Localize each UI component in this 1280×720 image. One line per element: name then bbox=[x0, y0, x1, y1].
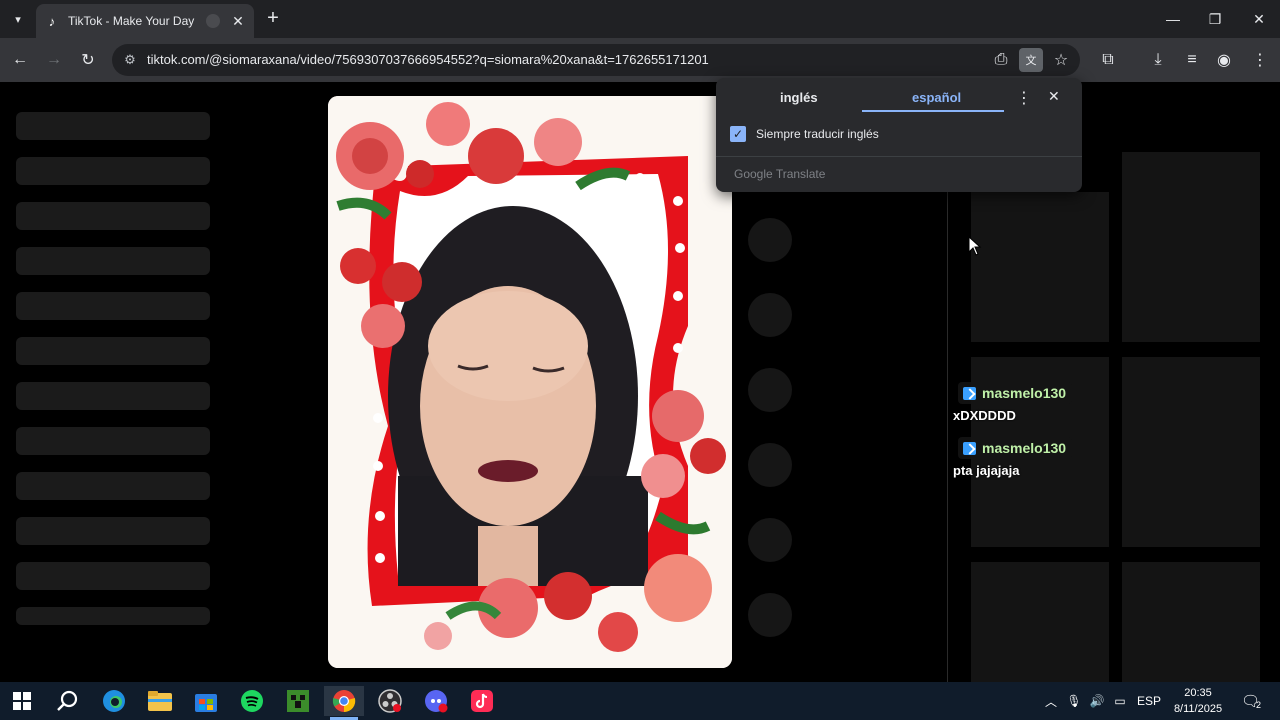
site-info-icon[interactable]: ⚙ bbox=[120, 50, 140, 70]
notifications-count: 2 bbox=[1256, 700, 1262, 710]
microsoft-store-icon[interactable] bbox=[186, 686, 226, 716]
tab-search-button[interactable]: ▾ bbox=[6, 8, 30, 30]
divider bbox=[716, 156, 1082, 157]
back-icon[interactable]: ← bbox=[8, 48, 32, 72]
discord-icon[interactable] bbox=[416, 686, 456, 716]
bookmark-star-icon[interactable]: ☆ bbox=[1049, 48, 1073, 72]
video-thumbnail-placeholder[interactable] bbox=[1122, 357, 1260, 547]
windows-taskbar: ︿ 🎙 🔊 ▭ ESP 20:35 8/11/2025 🗨 2 bbox=[0, 682, 1280, 720]
sidebar-placeholder bbox=[16, 562, 210, 590]
browser-toolbar: ← → ↻ ⚙ tiktok.com/@siomaraxana/video/75… bbox=[0, 38, 1280, 82]
tab-strip: ▾ ♪ TikTok - Make Your Day ✕ + — ❐ ✕ bbox=[0, 0, 1280, 38]
url-text[interactable]: tiktok.com/@siomaraxana/video/7569307037… bbox=[147, 52, 709, 67]
chat-username: masmelo130 bbox=[982, 385, 1067, 401]
chat-username-pill: masmelo130 bbox=[958, 382, 1073, 404]
video-thumbnail-placeholder[interactable] bbox=[1122, 562, 1260, 682]
active-tab[interactable]: ♪ TikTok - Make Your Day ✕ bbox=[36, 4, 254, 38]
new-tab-button[interactable]: + bbox=[262, 8, 284, 30]
sidebar-placeholder bbox=[16, 247, 210, 275]
video-thumbnail-placeholder[interactable] bbox=[971, 562, 1109, 682]
notifications-icon[interactable]: 🗨 2 bbox=[1238, 690, 1264, 712]
clock-date: 8/11/2025 bbox=[1173, 703, 1223, 715]
active-tab-indicator bbox=[862, 110, 1004, 112]
obs-icon[interactable] bbox=[370, 686, 410, 716]
video-player[interactable] bbox=[328, 96, 732, 668]
address-bar[interactable]: ⚙ tiktok.com/@siomaraxana/video/75693070… bbox=[112, 44, 1080, 76]
sidebar-placeholder bbox=[16, 607, 210, 625]
volume-icon[interactable]: 🔊 bbox=[1088, 690, 1106, 712]
menu-icon[interactable]: ⋮ bbox=[1248, 48, 1272, 72]
language-indicator[interactable]: ESP bbox=[1136, 690, 1162, 712]
chat-message: masmelo130 bbox=[958, 382, 1073, 404]
restore-button[interactable]: ❐ bbox=[1194, 0, 1236, 38]
sidebar-placeholder bbox=[16, 472, 210, 500]
video-frame-image bbox=[328, 96, 732, 668]
microphone-icon[interactable]: 🎙 bbox=[1066, 690, 1082, 712]
sidebar-placeholder bbox=[16, 157, 210, 185]
comment-button-placeholder[interactable] bbox=[748, 293, 792, 337]
file-explorer-icon[interactable] bbox=[140, 686, 180, 716]
tab-source-language[interactable]: inglés bbox=[780, 90, 818, 105]
clock[interactable]: 20:35 8/11/2025 bbox=[1168, 685, 1228, 717]
chat-badge-icon bbox=[963, 441, 976, 455]
action-button-placeholder[interactable] bbox=[748, 518, 792, 562]
video-thumbnail-placeholder[interactable] bbox=[971, 192, 1109, 342]
windows-start-icon[interactable] bbox=[2, 686, 42, 716]
chrome-icon[interactable] bbox=[324, 686, 364, 716]
network-icon[interactable]: ▭ bbox=[1110, 690, 1130, 712]
sidebar-placeholder bbox=[16, 292, 210, 320]
search-icon[interactable] bbox=[48, 686, 88, 716]
tab-close-icon[interactable]: ✕ bbox=[230, 13, 246, 30]
minecraft-icon[interactable] bbox=[278, 686, 318, 716]
always-translate-checkbox[interactable]: ✓ bbox=[730, 126, 746, 142]
sidebar-placeholder bbox=[16, 337, 210, 365]
tab-audio-icon[interactable] bbox=[206, 14, 220, 28]
clock-time: 20:35 bbox=[1184, 687, 1212, 699]
chat-text: xDXDDDD bbox=[953, 408, 1016, 423]
translate-popup: inglés español ⋮ ✕ ✓ Siempre traducir in… bbox=[716, 78, 1082, 192]
chat-text: pta jajajaja bbox=[953, 463, 1020, 478]
tiktok-icon: ♪ bbox=[48, 13, 56, 29]
action-button-placeholder[interactable] bbox=[748, 593, 792, 637]
tab-title: TikTok - Make Your Day bbox=[68, 14, 195, 28]
sidebar-placeholder bbox=[16, 517, 210, 545]
close-icon[interactable]: ✕ bbox=[1048, 88, 1060, 105]
chat-badge-icon bbox=[963, 386, 976, 400]
video-thumbnail-placeholder[interactable] bbox=[1122, 152, 1260, 342]
media-controls-icon[interactable]: ≡ bbox=[1180, 48, 1204, 72]
minimize-button[interactable]: — bbox=[1152, 0, 1194, 38]
tiktok-page: masmelo130 xDXDDDD masmelo130 pta jajaja… bbox=[0, 82, 1280, 682]
downloads-icon[interactable]: ⤓ bbox=[1146, 48, 1170, 72]
mouse-cursor-icon bbox=[968, 236, 982, 256]
share-button-placeholder[interactable] bbox=[748, 443, 792, 487]
install-app-icon[interactable]: ⎙ bbox=[989, 48, 1013, 72]
chat-message: masmelo130 bbox=[958, 437, 1073, 459]
reload-icon[interactable]: ↻ bbox=[76, 48, 100, 72]
extensions-icon[interactable]: ⧉ bbox=[1096, 48, 1120, 72]
chat-username-pill: masmelo130 bbox=[958, 437, 1073, 459]
sidebar-placeholder bbox=[16, 202, 210, 230]
favorite-button-placeholder[interactable] bbox=[748, 368, 792, 412]
close-window-button[interactable]: ✕ bbox=[1238, 0, 1280, 38]
forward-icon[interactable]: → bbox=[42, 48, 66, 72]
profile-avatar-icon[interactable]: ◉ bbox=[1212, 48, 1236, 72]
sidebar-placeholder bbox=[16, 112, 210, 140]
chat-username: masmelo130 bbox=[982, 440, 1067, 456]
tab-target-language[interactable]: español bbox=[912, 90, 961, 105]
translate-icon[interactable]: 文 bbox=[1019, 48, 1043, 72]
tiktok-icon[interactable] bbox=[462, 686, 502, 716]
spotify-icon[interactable] bbox=[232, 686, 272, 716]
always-translate-label: Siempre traducir inglés bbox=[756, 127, 879, 141]
sidebar-placeholder bbox=[16, 427, 210, 455]
edge-icon[interactable] bbox=[94, 686, 134, 716]
show-hidden-icons-icon[interactable]: ︿ bbox=[1042, 690, 1060, 712]
more-options-icon[interactable]: ⋮ bbox=[1016, 88, 1032, 108]
google-translate-footer: Google Translate bbox=[734, 167, 826, 181]
sidebar-placeholder bbox=[16, 382, 210, 410]
like-button-placeholder[interactable] bbox=[748, 218, 792, 262]
column-divider bbox=[947, 192, 948, 682]
